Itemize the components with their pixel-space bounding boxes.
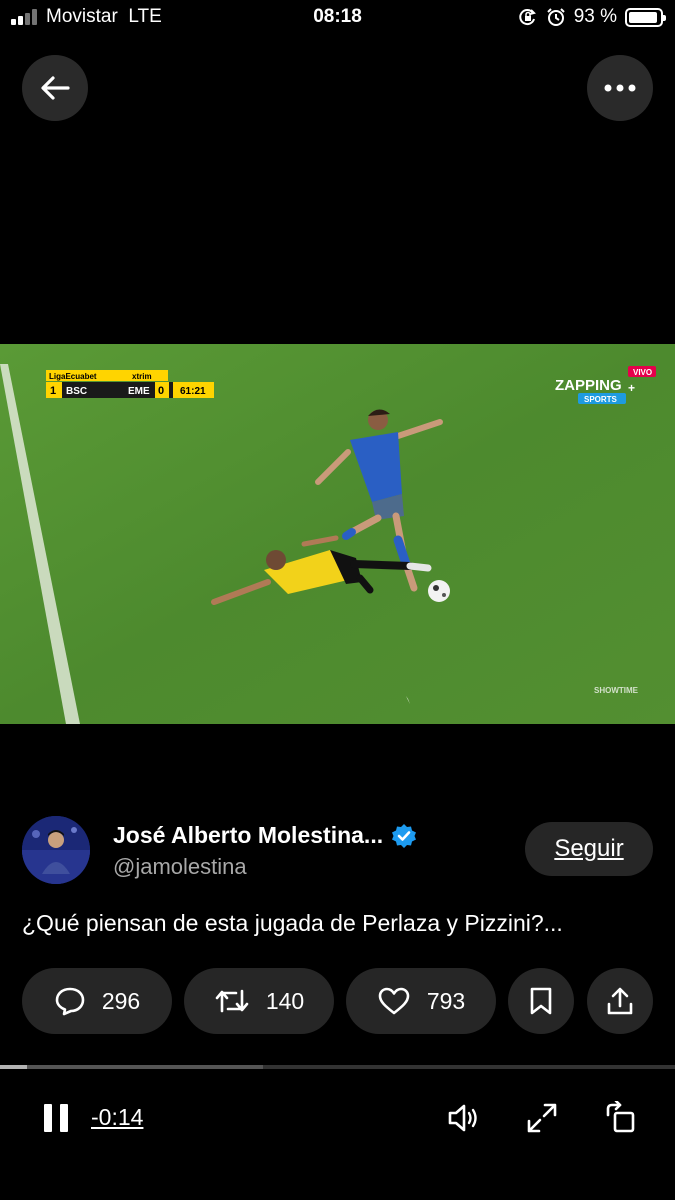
share-button[interactable] [587,968,653,1034]
like-button[interactable]: 793 [346,968,496,1034]
home-score: 1 [50,385,56,397]
live-badge: VIVO [633,368,652,377]
avatar-image [22,816,90,884]
tweet-text[interactable]: ¿Qué piensan de esta jugada de Perlaza y… [22,910,563,937]
author-handle[interactable]: @jamolestina [113,854,247,880]
back-arrow-icon [41,76,70,100]
home-team: BSC [66,386,87,397]
broadcaster-name: ZAPPING [555,377,622,394]
share-icon [607,987,633,1015]
reply-button[interactable]: 296 [22,968,172,1034]
author-name-text[interactable]: José Alberto Molestina... [113,822,383,849]
avatar[interactable] [22,816,90,884]
reply-count: 296 [101,987,141,1014]
away-score: 0 [158,385,164,397]
video-frame: LigaEcuabet xtrim 1 BSC EME 0 61:21 VIVO… [0,344,675,724]
soccer-ball [428,580,450,602]
away-team: EME [128,386,150,397]
pause-button[interactable] [44,1104,68,1132]
author-name[interactable]: José Alberto Molestina... [113,822,417,849]
bookmark-button[interactable] [508,968,574,1034]
rotate-icon[interactable] [604,1101,638,1135]
pause-icon [44,1104,52,1132]
bookmark-icon [530,987,552,1015]
heart-icon [378,987,410,1015]
more-horizontal-icon [604,84,636,92]
follow-button[interactable]: Seguir [525,822,653,876]
more-options-button[interactable] [587,55,653,121]
battery-icon [625,7,666,27]
progress-buffered [0,1065,264,1069]
match-time: 61:21 [180,386,206,397]
video-player[interactable]: LigaEcuabet xtrim 1 BSC EME 0 61:21 VIVO… [0,344,675,724]
battery-percent: 93 % [573,6,617,27]
orientation-lock-icon [519,9,536,26]
verified-badge-icon [392,823,417,848]
back-button[interactable] [22,55,88,121]
progress-played [0,1065,27,1069]
sponsor-name: xtrim [132,372,152,381]
retweet-icon [215,989,249,1013]
broadcaster-sub: SPORTS [584,395,618,404]
status-right: 93 % [518,6,666,28]
alarm-icon [546,8,565,26]
fullscreen-icon[interactable] [525,1101,559,1135]
watermark: SHOWTIME [594,686,639,695]
league-name: LigaEcuabet [49,372,97,381]
reply-icon [55,987,85,1016]
like-count: 793 [426,987,466,1014]
time-remaining[interactable]: -0:14 [91,1104,143,1131]
video-progress-bar[interactable] [0,1065,675,1069]
status-bar: Movistar LTE 08:18 93 % [0,0,675,36]
volume-icon[interactable] [446,1101,480,1135]
svg-text:+: + [628,381,635,395]
retweet-button[interactable]: 140 [184,968,334,1034]
tweet-actions: 296 140 793 [22,968,653,1034]
retweet-count: 140 [265,987,305,1014]
